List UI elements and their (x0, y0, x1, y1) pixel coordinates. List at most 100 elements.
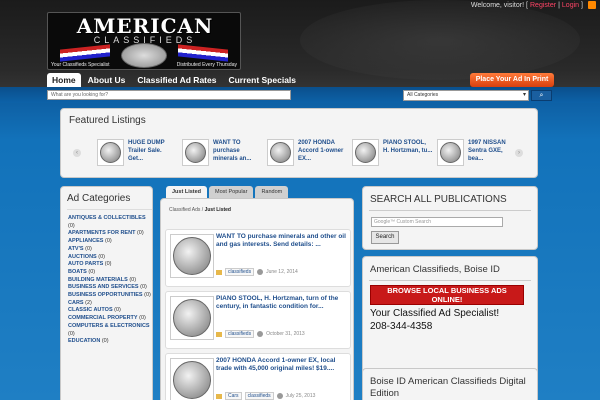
login-link[interactable]: Login (562, 2, 579, 9)
search-input[interactable]: What are you looking for? (47, 90, 291, 100)
header-background-coin (300, 0, 580, 80)
digital-edition-panel: Boise ID American Classifieds Digital Ed… (362, 368, 538, 400)
listing-title[interactable]: PIANO STOOL, H. Hortzman, turn of the ce… (216, 295, 348, 310)
listing-thumbnail (182, 139, 209, 166)
listing-meta: Cars classifieds July 25, 2013 (216, 392, 348, 400)
ad-categories-panel: Ad Categories ANTIQUES & COLLECTIBLES (0… (60, 186, 153, 400)
listing-category-link[interactable]: classifieds (244, 392, 274, 400)
listing-thumbnail[interactable] (170, 234, 214, 278)
listing-category-link[interactable]: Cars (225, 392, 242, 400)
chevron-down-icon: ▾ (522, 92, 526, 98)
listing-title[interactable]: WANT TO purchase minerals and other oil … (216, 233, 348, 248)
breadcrumb-current: Just Listed (204, 207, 231, 213)
browse-business-ads-banner[interactable]: BROWSE LOCAL BUSINESS ADS ONLINE! (370, 285, 524, 305)
category-item[interactable]: CLASSIC AUTOS (0) (68, 307, 152, 315)
listing-thumbnail (97, 139, 124, 166)
specialist-text: Your Classified Ad Specialist! (370, 308, 500, 319)
listing-category-link[interactable]: classifieds (225, 330, 255, 338)
listing-thumbnail (437, 139, 464, 166)
clock-icon (257, 331, 264, 337)
category-item[interactable]: COMMERCIAL PROPERTY (0) (68, 315, 152, 323)
category-select[interactable]: All Categories ▾ (403, 90, 529, 101)
breadcrumb-root[interactable]: Classified Ads (169, 207, 200, 213)
search-publications-title: SEARCH ALL PUBLICATIONS (370, 194, 507, 205)
category-item[interactable]: COMPUTERS & ELECTRONICS (0) (68, 323, 152, 338)
listings-panel: Classified Ads / Just Listed WANT TO pur… (160, 198, 354, 400)
folder-icon (216, 393, 222, 399)
divider (369, 210, 531, 211)
featured-item-title: HUGE DUMP Trailer Sale. Get... (128, 140, 165, 162)
category-select-value: All Categories (407, 92, 439, 98)
category-item[interactable]: BUSINESS AND SERVICES (0) (68, 284, 152, 292)
divider (67, 209, 152, 210)
category-item[interactable]: BUILDING MATERIALS (0) (68, 277, 152, 285)
listing-meta: classifieds October 31, 2013 (216, 330, 348, 338)
flag-ribbon-left (60, 44, 110, 62)
listing-thumbnail[interactable] (170, 296, 214, 340)
main-nav: Home About Us Classified Ad Rates Curren… (47, 73, 301, 87)
featured-title: Featured Listings (69, 115, 146, 126)
site-logo[interactable]: AMERICAN CLASSIFIEDS Your Classifieds Sp… (47, 12, 241, 70)
search-button[interactable]: ⌕ (531, 90, 552, 101)
tab-most-popular[interactable]: Most Popular (209, 186, 254, 198)
rss-icon[interactable] (588, 1, 596, 9)
welcome-text: Welcome, visitor! (470, 1, 525, 9)
clock-icon (257, 269, 264, 275)
tab-just-listed[interactable]: Just Listed (166, 186, 208, 198)
boise-info-panel: American Classifieds, Boise ID BROWSE LO… (362, 256, 538, 376)
category-item[interactable]: AUCTIONS (0) (68, 254, 152, 262)
boise-title: American Classifieds, Boise ID (370, 264, 500, 275)
user-bar: Welcome, visitor! [ Register | Login ] (471, 0, 600, 10)
custom-search-button[interactable]: Search (371, 231, 399, 244)
featured-item-title: WANT TO purchase minerals an... (213, 140, 252, 162)
category-item[interactable]: BUSINESS OPPORTUNITIES (0) (68, 292, 152, 300)
register-link[interactable]: Register (530, 2, 556, 9)
featured-item-title: PIANO STOOL, H. Hortzman, tu... (383, 140, 433, 154)
nav-about-us[interactable]: About Us (83, 73, 131, 87)
featured-item[interactable]: HUGE DUMP Trailer Sale. Get... (97, 139, 177, 173)
listing-item: WANT TO purchase minerals and other oil … (165, 229, 351, 287)
category-item[interactable]: EDUCATION (0) (68, 338, 152, 346)
featured-item[interactable]: 1997 NISSAN Sentra GXE, bea... (437, 139, 517, 173)
listing-date: June 12, 2014 (266, 269, 298, 275)
digital-edition-title: Boise ID American Classifieds Digital Ed… (370, 376, 526, 399)
listing-title[interactable]: 2007 HONDA Accord 1-owner EX, local trad… (216, 357, 348, 372)
nav-current-specials[interactable]: Current Specials (223, 73, 301, 87)
featured-item[interactable]: PIANO STOOL, H. Hortzman, tu... (352, 139, 432, 173)
featured-item-title: 1997 NISSAN Sentra GXE, bea... (468, 140, 506, 162)
listing-thumbnail[interactable] (170, 358, 214, 400)
flag-ribbon-right (178, 44, 228, 62)
listing-item: 2007 HONDA Accord 1-owner EX, local trad… (165, 353, 351, 400)
listing-thumbnail (267, 139, 294, 166)
category-item[interactable]: APPLIANCES (0) (68, 238, 152, 246)
category-item[interactable]: AUTO PARTS (0) (68, 261, 152, 269)
featured-item[interactable]: 2007 HONDA Accord 1-owner EX... (267, 139, 347, 173)
categories-title: Ad Categories (67, 193, 131, 204)
breadcrumb: Classified Ads / Just Listed (169, 207, 231, 213)
listing-tabs: Just Listed Most Popular Random (166, 186, 289, 198)
listing-thumbnail (352, 139, 379, 166)
listing-date: October 31, 2013 (266, 331, 305, 337)
search-icon: ⌕ (539, 92, 544, 99)
category-item[interactable]: BOATS (0) (68, 269, 152, 277)
custom-search-input[interactable]: Google™ Custom Search (371, 217, 503, 227)
category-item[interactable]: ANTIQUES & COLLECTIBLES (0) (68, 215, 152, 230)
featured-item[interactable]: WANT TO purchase minerals an... (182, 139, 262, 173)
nav-classified-ad-rates[interactable]: Classified Ad Rates (132, 73, 221, 87)
listing-item: PIANO STOOL, H. Hortzman, turn of the ce… (165, 291, 351, 349)
tab-random[interactable]: Random (255, 186, 289, 198)
place-ad-button[interactable]: Place Your Ad In Print (470, 73, 554, 87)
featured-listings-panel: Featured Listings ‹ › HUGE DUMP Trailer … (60, 108, 538, 178)
folder-icon (216, 269, 222, 275)
nav-home[interactable]: Home (47, 73, 81, 87)
category-item[interactable]: APARTMENTS FOR RENT (0) (68, 230, 152, 238)
category-item[interactable]: CARS (2) (68, 300, 152, 308)
phone-number: 208-344-4358 (370, 321, 433, 332)
category-list: ANTIQUES & COLLECTIBLES (0) APARTMENTS F… (68, 215, 152, 346)
carousel-prev-icon[interactable]: ‹ (73, 149, 81, 157)
listing-date: July 25, 2013 (285, 393, 316, 399)
featured-item-title: 2007 HONDA Accord 1-owner EX... (298, 140, 344, 162)
category-item[interactable]: ATV'S (0) (68, 246, 152, 254)
search-publications-panel: SEARCH ALL PUBLICATIONS Google™ Custom S… (362, 186, 538, 250)
listing-category-link[interactable]: classifieds (225, 268, 255, 276)
